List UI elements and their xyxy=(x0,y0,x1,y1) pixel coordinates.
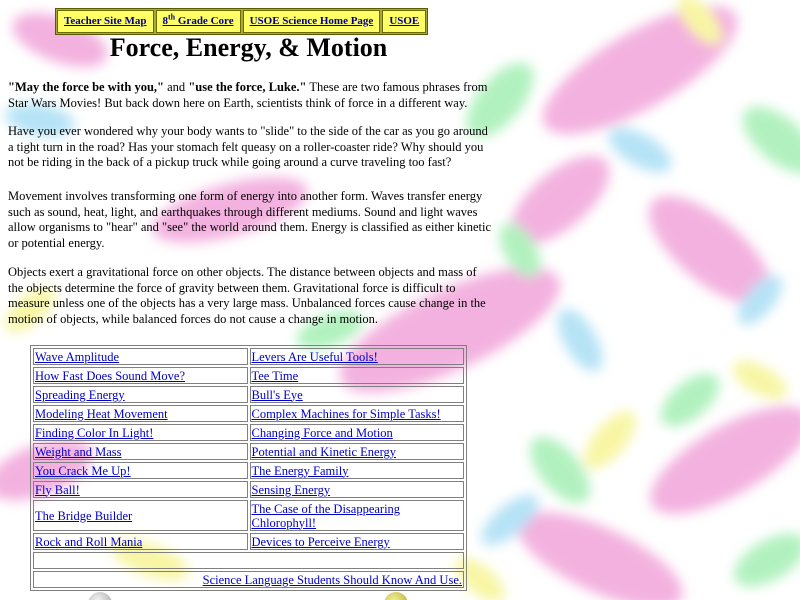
table-cell: Rock and Roll Mania xyxy=(33,533,248,550)
nav-usoe-science-home[interactable]: USOE Science Home Page xyxy=(242,10,381,33)
nav-8th-grade-text: Grade Core xyxy=(175,15,234,27)
table-cell: Spreading Energy xyxy=(33,386,248,403)
table-cell: Wave Amplitude xyxy=(33,348,248,365)
table-row-empty xyxy=(33,552,464,569)
link-devices-perceive[interactable]: Devices to Perceive Energy xyxy=(252,535,390,549)
link-disappearing-chlorophyll[interactable]: The Case of the Disappearing Chlorophyll… xyxy=(252,502,401,530)
link-you-crack-me-up[interactable]: You Crack Me Up! xyxy=(35,464,131,478)
link-fly-ball[interactable]: Fly Ball! xyxy=(35,483,80,497)
link-complex-machines[interactable]: Complex Machines for Simple Tasks! xyxy=(252,407,441,421)
table-cell: Levers Are Useful Tools! xyxy=(249,348,464,365)
table-cell: How Fast Does Sound Move? xyxy=(33,367,248,384)
link-bridge-builder[interactable]: The Bridge Builder xyxy=(35,509,132,523)
table-cell: Devices to Perceive Energy xyxy=(249,533,464,550)
table-cell-empty xyxy=(33,552,464,569)
table-row: Fly Ball! Sensing Energy xyxy=(33,481,464,498)
link-finding-color[interactable]: Finding Color In Light! xyxy=(35,426,153,440)
table-row: The Bridge Builder The Case of the Disap… xyxy=(33,500,464,531)
intro-quote-1: "May the force be with you," xyxy=(8,80,164,94)
link-levers-useful-tools[interactable]: Levers Are Useful Tools! xyxy=(252,350,378,364)
link-bulls-eye[interactable]: Bull's Eye xyxy=(252,388,303,402)
forward-ball-icon[interactable] xyxy=(384,592,408,600)
table-cell: The Energy Family xyxy=(249,462,464,479)
table-row: You Crack Me Up! The Energy Family xyxy=(33,462,464,479)
paragraph-gravity: Objects exert a gravitational force on o… xyxy=(8,265,486,326)
table-cell: Fly Ball! xyxy=(33,481,248,498)
table-cell: Potential and Kinetic Energy xyxy=(249,443,464,460)
link-changing-force[interactable]: Changing Force and Motion xyxy=(252,426,393,440)
link-potential-kinetic[interactable]: Potential and Kinetic Energy xyxy=(252,445,397,459)
top-navigation: Teacher Site Map 8th Grade Core USOE Sci… xyxy=(55,8,429,35)
link-energy-family[interactable]: The Energy Family xyxy=(252,464,349,478)
intro-and: and xyxy=(164,80,189,94)
table-row-footer: Science Language Students Should Know An… xyxy=(33,571,464,588)
table-row: Finding Color In Light! Changing Force a… xyxy=(33,424,464,441)
table-row: Modeling Heat Movement Complex Machines … xyxy=(33,405,464,422)
table-cell: Finding Color In Light! xyxy=(33,424,248,441)
table-row: Wave Amplitude Levers Are Useful Tools! xyxy=(33,348,464,365)
page-title: Force, Energy, & Motion xyxy=(109,33,388,62)
table-row: Rock and Roll Mania Devices to Perceive … xyxy=(33,533,464,550)
link-how-fast-sound[interactable]: How Fast Does Sound Move? xyxy=(35,369,185,383)
link-spreading-energy[interactable]: Spreading Energy xyxy=(35,388,125,402)
table-row: How Fast Does Sound Move? Tee Time xyxy=(33,367,464,384)
intro-paragraph: "May the force be with you," and "use th… xyxy=(8,80,493,111)
table-cell: Bull's Eye xyxy=(249,386,464,403)
nav-teacher-site-map[interactable]: Teacher Site Map xyxy=(57,10,154,33)
table-cell: Science Language Students Should Know An… xyxy=(33,571,464,588)
table-cell: You Crack Me Up! xyxy=(33,462,248,479)
nav-8th-grade-core[interactable]: 8th Grade Core xyxy=(155,10,241,33)
link-rock-and-roll[interactable]: Rock and Roll Mania xyxy=(35,535,142,549)
table-cell: Complex Machines for Simple Tasks! xyxy=(249,405,464,422)
table-cell: The Bridge Builder xyxy=(33,500,248,531)
link-tee-time[interactable]: Tee Time xyxy=(252,369,299,383)
table-cell: Changing Force and Motion xyxy=(249,424,464,441)
table-row: Spreading Energy Bull's Eye xyxy=(33,386,464,403)
table-cell: Sensing Energy xyxy=(249,481,464,498)
intro-quote-2: "use the force, Luke." xyxy=(188,80,307,94)
table-cell: Weight and Mass xyxy=(33,443,248,460)
table-row: Weight and Mass Potential and Kinetic En… xyxy=(33,443,464,460)
link-wave-amplitude[interactable]: Wave Amplitude xyxy=(35,350,119,364)
link-weight-mass[interactable]: Weight and Mass xyxy=(35,445,121,459)
table-cell: The Case of the Disappearing Chlorophyll… xyxy=(249,500,464,531)
nav-usoe[interactable]: USOE xyxy=(382,10,427,33)
link-modeling-heat[interactable]: Modeling Heat Movement xyxy=(35,407,168,421)
table-cell: Modeling Heat Movement xyxy=(33,405,248,422)
bottom-icons xyxy=(0,592,800,600)
link-sensing-energy[interactable]: Sensing Energy xyxy=(252,483,331,497)
activity-links-table: Wave Amplitude Levers Are Useful Tools! … xyxy=(30,345,467,591)
page-content: Teacher Site Map 8th Grade Core USOE Sci… xyxy=(0,0,800,600)
paragraph-forces: Have you ever wondered why your body wan… xyxy=(8,124,488,169)
paragraph-energy: Movement involves transforming one form … xyxy=(8,189,492,250)
link-science-language[interactable]: Science Language Students Should Know An… xyxy=(203,573,462,587)
table-cell: Tee Time xyxy=(249,367,464,384)
back-ball-icon[interactable] xyxy=(88,592,112,600)
